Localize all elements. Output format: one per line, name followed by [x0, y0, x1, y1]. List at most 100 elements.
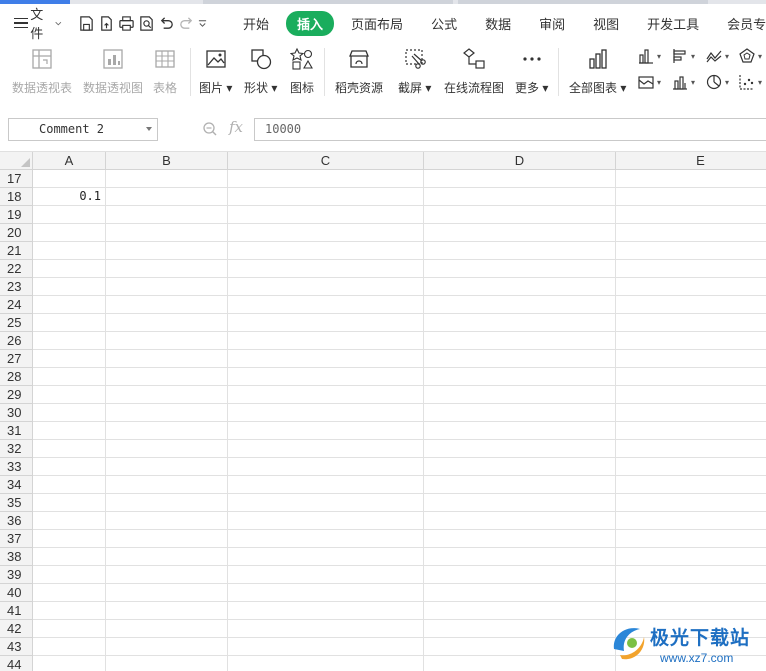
tab-formulas[interactable]: 公式	[420, 11, 468, 36]
cell-c28[interactable]	[228, 368, 424, 386]
row-header-38[interactable]: 38	[0, 548, 33, 566]
row-header-24[interactable]: 24	[0, 296, 33, 314]
cell-e38[interactable]	[616, 548, 766, 566]
cell-a28[interactable]	[33, 368, 106, 386]
cell-b32[interactable]	[106, 440, 228, 458]
select-all-corner[interactable]	[0, 152, 33, 170]
column-chart-button[interactable]: ▾	[637, 47, 661, 65]
cell-e17[interactable]	[616, 170, 766, 188]
undo-icon[interactable]	[158, 12, 175, 34]
row-header-29[interactable]: 29	[0, 386, 33, 404]
cell-d33[interactable]	[424, 458, 616, 476]
cell-a19[interactable]	[33, 206, 106, 224]
cell-a18[interactable]: 0.1	[33, 188, 106, 206]
row-header-21[interactable]: 21	[0, 242, 33, 260]
tab-membership[interactable]: 会员专	[716, 11, 766, 36]
tab-review[interactable]: 审阅	[528, 11, 576, 36]
cell-c24[interactable]	[228, 296, 424, 314]
cell-d17[interactable]	[424, 170, 616, 188]
cell-a29[interactable]	[33, 386, 106, 404]
cell-c32[interactable]	[228, 440, 424, 458]
cell-c27[interactable]	[228, 350, 424, 368]
bar-chart-button[interactable]: ▾	[671, 47, 695, 65]
cell-a39[interactable]	[33, 566, 106, 584]
cell-e18[interactable]	[616, 188, 766, 206]
cell-d31[interactable]	[424, 422, 616, 440]
cell-c31[interactable]	[228, 422, 424, 440]
cell-e34[interactable]	[616, 476, 766, 494]
cell-a17[interactable]	[33, 170, 106, 188]
cell-e40[interactable]	[616, 584, 766, 602]
cell-b34[interactable]	[106, 476, 228, 494]
cell-b35[interactable]	[106, 494, 228, 512]
cell-a22[interactable]	[33, 260, 106, 278]
cell-d36[interactable]	[424, 512, 616, 530]
row-header-40[interactable]: 40	[0, 584, 33, 602]
cell-b29[interactable]	[106, 386, 228, 404]
cell-c39[interactable]	[228, 566, 424, 584]
cell-b42[interactable]	[106, 620, 228, 638]
cell-d19[interactable]	[424, 206, 616, 224]
cell-e19[interactable]	[616, 206, 766, 224]
cell-b28[interactable]	[106, 368, 228, 386]
cell-b31[interactable]	[106, 422, 228, 440]
cell-c19[interactable]	[228, 206, 424, 224]
row-header-22[interactable]: 22	[0, 260, 33, 278]
cell-b21[interactable]	[106, 242, 228, 260]
cell-b24[interactable]	[106, 296, 228, 314]
cell-e39[interactable]	[616, 566, 766, 584]
cell-c25[interactable]	[228, 314, 424, 332]
screenshot-button[interactable]: 截屏 ▾	[398, 44, 431, 96]
cell-a40[interactable]	[33, 584, 106, 602]
cell-c18[interactable]	[228, 188, 424, 206]
cell-d29[interactable]	[424, 386, 616, 404]
name-box[interactable]: Comment 2	[8, 118, 158, 141]
cell-d25[interactable]	[424, 314, 616, 332]
cell-a26[interactable]	[33, 332, 106, 350]
stock-chart-button[interactable]: ▾	[671, 73, 695, 91]
cell-c23[interactable]	[228, 278, 424, 296]
cell-c38[interactable]	[228, 548, 424, 566]
row-header-18[interactable]: 18	[0, 188, 33, 206]
row-header-32[interactable]: 32	[0, 440, 33, 458]
cell-d44[interactable]	[424, 656, 616, 671]
cell-d20[interactable]	[424, 224, 616, 242]
online-flowchart-button[interactable]: 在线流程图	[444, 44, 504, 96]
row-header-35[interactable]: 35	[0, 494, 33, 512]
formula-input[interactable]: 10000	[254, 118, 766, 141]
row-header-28[interactable]: 28	[0, 368, 33, 386]
picture-button[interactable]: 图片 ▾	[199, 44, 232, 96]
cell-a33[interactable]	[33, 458, 106, 476]
cell-e23[interactable]	[616, 278, 766, 296]
cell-a43[interactable]	[33, 638, 106, 656]
cell-b41[interactable]	[106, 602, 228, 620]
cell-a20[interactable]	[33, 224, 106, 242]
cell-d24[interactable]	[424, 296, 616, 314]
redo-icon[interactable]	[178, 12, 195, 34]
cell-c21[interactable]	[228, 242, 424, 260]
cell-d30[interactable]	[424, 404, 616, 422]
column-header-a[interactable]: A	[33, 152, 106, 170]
column-header-c[interactable]: C	[228, 152, 424, 170]
cell-d40[interactable]	[424, 584, 616, 602]
shape-button[interactable]: 形状 ▾	[244, 44, 277, 96]
chevron-down-icon[interactable]	[146, 127, 152, 131]
cell-e29[interactable]	[616, 386, 766, 404]
cell-e30[interactable]	[616, 404, 766, 422]
cell-a37[interactable]	[33, 530, 106, 548]
cell-e31[interactable]	[616, 422, 766, 440]
row-header-30[interactable]: 30	[0, 404, 33, 422]
row-header-41[interactable]: 41	[0, 602, 33, 620]
zoom-search-icon[interactable]	[202, 121, 218, 137]
cell-c43[interactable]	[228, 638, 424, 656]
row-header-23[interactable]: 23	[0, 278, 33, 296]
row-header-17[interactable]: 17	[0, 170, 33, 188]
cell-e27[interactable]	[616, 350, 766, 368]
cell-d22[interactable]	[424, 260, 616, 278]
cell-d38[interactable]	[424, 548, 616, 566]
tab-view[interactable]: 视图	[582, 11, 630, 36]
cell-b19[interactable]	[106, 206, 228, 224]
cell-d32[interactable]	[424, 440, 616, 458]
radar-chart-button[interactable]: ▾	[738, 47, 762, 65]
cell-a31[interactable]	[33, 422, 106, 440]
